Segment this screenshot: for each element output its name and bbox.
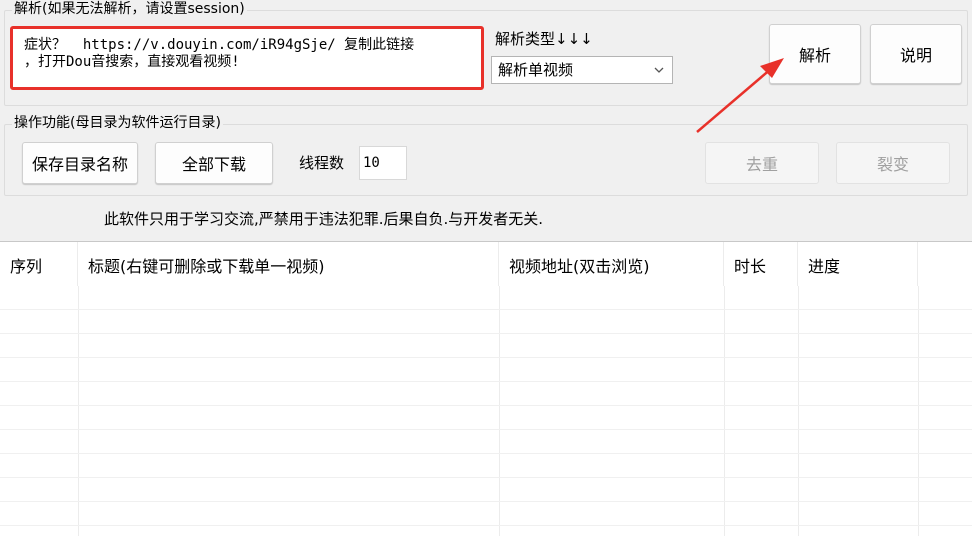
ops-group [4,124,968,196]
column-header-title[interactable]: 标题(右键可删除或下载单一视频) [78,242,499,286]
url-input[interactable]: 症状？ https://v.douyin.com/iR94gSje/ 复制此链接… [10,26,484,90]
threads-label: 线程数 [299,154,345,172]
table-row[interactable] [0,358,972,382]
parse-group-legend: 解析(如果无法解析，请设置session) [12,0,247,18]
table-row[interactable] [0,454,972,478]
download-all-button[interactable]: 全部下载 [155,142,273,184]
help-button[interactable]: 说明 [870,24,962,84]
chevron-down-icon [654,67,664,73]
table-row[interactable] [0,310,972,334]
disclaimer-text: 此软件只用于学习交流,严禁用于违法犯罪.后果自负.与开发者无关. [104,210,544,228]
table-header: 序列 标题(右键可删除或下载单一视频) 视频地址(双击浏览) 时长 进度 [0,242,972,286]
video-table[interactable]: 序列 标题(右键可删除或下载单一视频) 视频地址(双击浏览) 时长 进度 [0,241,972,536]
table-row[interactable] [0,286,972,310]
table-row[interactable] [0,430,972,454]
parse-type-selected-value: 解析单视频 [498,61,574,79]
table-row[interactable] [0,382,972,406]
save-dir-button[interactable]: 保存目录名称 [22,142,138,184]
parse-button[interactable]: 解析 [769,24,861,84]
ops-group-legend: 操作功能(母目录为软件运行目录) [12,114,223,132]
column-header-index[interactable]: 序列 [0,242,78,286]
parse-type-select[interactable]: 解析单视频 [491,56,673,84]
parse-type-label: 解析类型↓↓↓ [495,30,593,48]
dedupe-button[interactable]: 去重 [705,142,819,184]
column-header-duration[interactable]: 时长 [724,242,798,286]
table-row[interactable] [0,334,972,358]
table-row[interactable] [0,406,972,430]
table-row[interactable] [0,502,972,526]
threads-input[interactable]: 10 [359,146,407,180]
table-row[interactable] [0,478,972,502]
column-header-url[interactable]: 视频地址(双击浏览) [499,242,724,286]
column-header-progress[interactable]: 进度 [798,242,918,286]
split-button[interactable]: 裂变 [836,142,950,184]
